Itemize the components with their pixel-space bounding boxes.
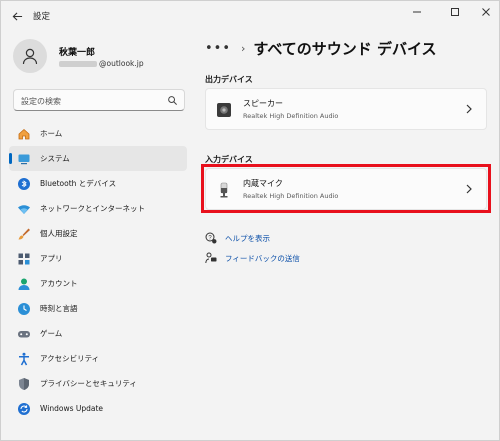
help-link-label: ヘルプを表示 <box>225 233 270 243</box>
sidebar-item-label: アプリ <box>40 254 63 263</box>
sidebar-item-label: ネットワークとインターネット <box>40 204 145 213</box>
input-device-card[interactable]: 内蔵マイク Realtek High Definition Audio <box>205 168 487 210</box>
page-title: すべてのサウンド デバイス <box>253 39 437 58</box>
chevron-right-icon <box>466 104 472 114</box>
output-section-title: 出力デバイス <box>205 75 253 84</box>
chevron-right-icon <box>466 184 472 194</box>
accessibility-icon <box>19 352 29 365</box>
sidebar-item-network[interactable]: ネットワークとインターネット <box>9 196 187 221</box>
minimize-button[interactable] <box>404 3 430 21</box>
sidebar-item-label: Bluetooth とデバイス <box>40 179 117 188</box>
output-device-card[interactable]: スピーカー Realtek High Definition Audio <box>205 88 487 130</box>
breadcrumb: ••• › すべてのサウンド デバイス <box>205 37 437 59</box>
update-icon <box>18 402 30 415</box>
settings-window: 設定 秋葉一郎 @outlook.jp 設定の検索 ホーム システム Bluet… <box>0 0 500 441</box>
time-language-icon <box>18 302 30 315</box>
sidebar-item-gaming[interactable]: ゲーム <box>9 321 187 346</box>
avatar[interactable] <box>13 39 47 73</box>
sidebar-item-time-language[interactable]: 時刻と言語 <box>9 296 187 321</box>
feedback-link-label: フィードバックの送信 <box>225 253 300 263</box>
breadcrumb-overflow-button[interactable]: ••• <box>205 41 231 56</box>
brush-icon <box>18 228 30 239</box>
redacted-email <box>59 61 97 67</box>
person-icon <box>22 48 38 65</box>
sidebar-item-windows-update[interactable]: Windows Update <box>9 396 187 421</box>
sidebar-item-label: Windows Update <box>40 404 104 413</box>
network-icon <box>18 204 30 214</box>
input-device-driver: Realtek High Definition Audio <box>243 192 339 200</box>
sidebar-item-apps[interactable]: アプリ <box>9 246 187 271</box>
sidebar-item-system[interactable]: システム <box>9 146 187 171</box>
search-placeholder: 設定の検索 <box>21 97 61 106</box>
sidebar-item-label: ホーム <box>40 129 63 138</box>
minimize-icon <box>413 11 421 13</box>
sidebar-item-personalization[interactable]: 個人用設定 <box>9 221 187 246</box>
output-device-name: スピーカー <box>243 99 283 108</box>
maximize-icon <box>451 8 459 16</box>
feedback-link[interactable]: フィードバックの送信 <box>205 250 300 266</box>
input-device-name: 内蔵マイク <box>243 179 283 188</box>
help-link[interactable]: ? ヘルプを表示 <box>205 230 270 246</box>
feedback-icon <box>205 252 217 264</box>
apps-icon <box>18 253 30 264</box>
user-name: 秋葉一郎 <box>59 48 96 58</box>
shield-icon <box>19 377 29 390</box>
speaker-icon <box>217 103 231 117</box>
sidebar-item-accessibility[interactable]: アクセシビリティ <box>9 346 187 371</box>
gamepad-icon <box>18 330 30 337</box>
arrow-left-icon <box>12 11 22 21</box>
sidebar-item-label: アカウント <box>40 279 78 288</box>
title-bar: 設定 <box>1 1 500 31</box>
help-icon: ? <box>205 232 217 244</box>
sidebar-item-label: プライバシーとセキュリティ <box>40 379 137 388</box>
input-section-title: 入力デバイス <box>205 155 253 164</box>
bluetooth-icon <box>18 177 30 190</box>
back-button[interactable] <box>7 6 27 26</box>
home-icon <box>18 128 30 139</box>
sidebar-item-accounts[interactable]: アカウント <box>9 271 187 296</box>
sidebar-item-privacy-security[interactable]: プライバシーとセキュリティ <box>9 371 187 396</box>
sidebar-item-home[interactable]: ホーム <box>9 121 187 146</box>
sidebar-item-label: 時刻と言語 <box>40 304 78 313</box>
email-domain: @outlook.jp <box>99 59 144 68</box>
breadcrumb-separator: › <box>241 41 246 55</box>
sidebar-item-label: ゲーム <box>40 329 63 338</box>
account-icon <box>18 278 30 290</box>
sidebar-item-bluetooth[interactable]: Bluetooth とデバイス <box>9 171 187 196</box>
maximize-button[interactable] <box>442 3 468 21</box>
sidebar-item-label: アクセシビリティ <box>40 354 100 363</box>
sidebar-item-label: 個人用設定 <box>40 229 78 238</box>
close-icon <box>482 8 490 16</box>
output-device-driver: Realtek High Definition Audio <box>243 112 339 120</box>
microphone-icon <box>220 182 228 198</box>
app-title: 設定 <box>33 12 51 22</box>
search-icon <box>168 96 177 105</box>
search-input[interactable]: 設定の検索 <box>13 89 185 111</box>
sidebar-item-label: システム <box>40 154 70 163</box>
system-icon <box>18 154 30 164</box>
sidebar-nav: ホーム システム Bluetooth とデバイス ネットワークとインターネット … <box>9 121 187 421</box>
close-button[interactable] <box>473 3 499 21</box>
user-email: @outlook.jp <box>59 59 144 68</box>
